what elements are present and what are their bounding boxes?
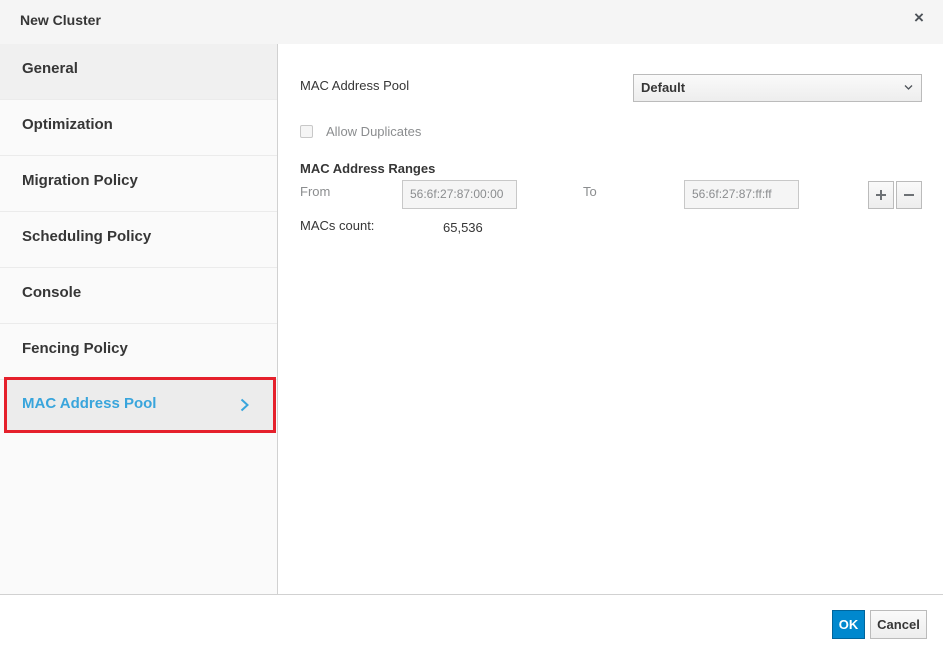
to-label: To bbox=[583, 184, 597, 199]
allow-duplicates-label: Allow Duplicates bbox=[326, 124, 422, 139]
sidebar-item-migration-policy[interactable]: Migration Policy bbox=[0, 156, 277, 212]
ok-button[interactable]: OK bbox=[832, 610, 865, 639]
allow-duplicates-checkbox[interactable] bbox=[300, 125, 313, 138]
sidebar-item-mac-address-pool[interactable]: MAC Address Pool bbox=[4, 377, 276, 433]
sidebar: General Optimization Migration Policy Sc… bbox=[0, 44, 278, 594]
mac-ranges-heading: MAC Address Ranges bbox=[300, 161, 436, 176]
mac-pool-select-value: Default bbox=[641, 80, 686, 95]
sidebar-item-fencing-policy[interactable]: Fencing Policy bbox=[0, 324, 277, 380]
from-mac-input[interactable]: 56:6f:27:87:00:00 bbox=[402, 180, 517, 209]
chevron-right-icon bbox=[240, 398, 249, 412]
macs-count-value: 65,536 bbox=[443, 220, 483, 235]
mac-pool-label: MAC Address Pool bbox=[300, 78, 410, 93]
to-mac-input[interactable]: 56:6f:27:87:ff:ff bbox=[684, 180, 799, 209]
cancel-button[interactable]: Cancel bbox=[870, 610, 927, 639]
sidebar-item-general[interactable]: General bbox=[0, 44, 277, 100]
minus-icon bbox=[904, 194, 914, 196]
sidebar-item-optimization[interactable]: Optimization bbox=[0, 100, 277, 156]
sidebar-item-scheduling-policy[interactable]: Scheduling Policy bbox=[0, 212, 277, 268]
dialog-title: New Cluster bbox=[20, 12, 101, 28]
from-label: From bbox=[300, 184, 331, 199]
dialog-footer bbox=[0, 594, 943, 657]
mac-pool-select[interactable]: Default bbox=[633, 74, 922, 102]
close-icon[interactable]: × bbox=[910, 8, 928, 28]
sidebar-item-label: MAC Address Pool bbox=[22, 395, 157, 412]
remove-range-button[interactable] bbox=[896, 181, 922, 209]
sidebar-item-console[interactable]: Console bbox=[0, 268, 277, 324]
macs-count-label: MACs count: bbox=[300, 218, 375, 233]
chevron-down-icon bbox=[904, 85, 913, 90]
add-range-button[interactable] bbox=[868, 181, 894, 209]
dialog-header: New Cluster × bbox=[0, 0, 943, 44]
